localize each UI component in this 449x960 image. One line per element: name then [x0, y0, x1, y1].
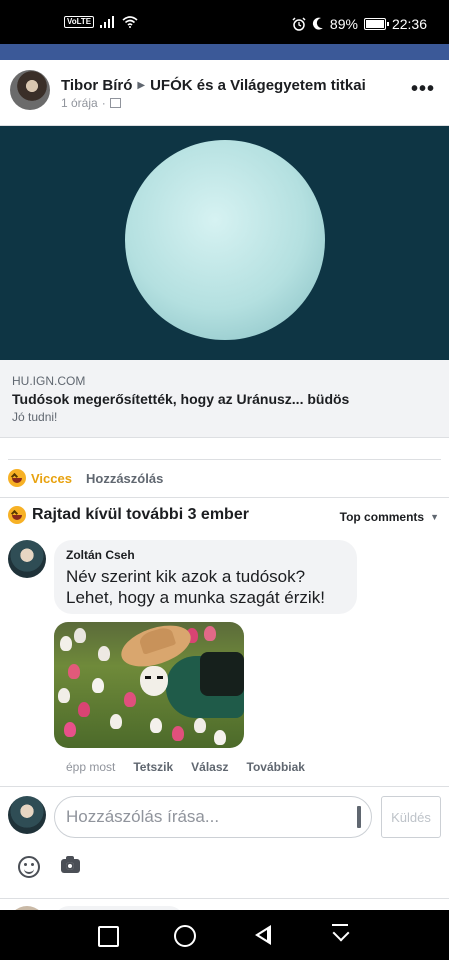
tulip — [204, 626, 216, 641]
comment-button[interactable]: Hozzászólás — [86, 471, 163, 486]
status-left-icons: VoLTE — [64, 16, 138, 28]
divider — [8, 459, 441, 460]
status-bar: VoLTE 89% 22:36 — [0, 0, 449, 44]
tulip — [150, 718, 162, 733]
system-navigation-bar — [0, 910, 449, 960]
emoji-icon[interactable] — [18, 856, 40, 878]
alarm-icon — [292, 17, 306, 31]
moon-icon — [312, 17, 323, 30]
tulip — [64, 722, 76, 737]
person-arm — [200, 652, 244, 696]
comment-author[interactable]: Zoltán Cseh — [66, 548, 135, 562]
tulip — [74, 628, 86, 643]
self-avatar — [8, 796, 46, 834]
divider — [0, 898, 449, 899]
tulip — [98, 646, 110, 661]
link-preview-image[interactable] — [0, 126, 449, 360]
notification-shade-icon[interactable] — [316, 910, 366, 960]
clock: 22:36 — [391, 16, 427, 32]
comment-photo[interactable] — [54, 622, 244, 748]
tulip — [214, 730, 226, 745]
link-description: Jó tudni! — [12, 410, 58, 424]
post-actions: Vicces Hozzászólás — [0, 462, 449, 496]
uranus-planet-image — [125, 140, 325, 340]
battery-fill — [365, 20, 384, 28]
tulip — [68, 664, 80, 679]
tulip — [92, 678, 104, 693]
meta-separator: · — [101, 96, 106, 110]
tulip — [58, 688, 70, 703]
haha-reaction-icon — [8, 506, 26, 524]
text-cursor — [357, 806, 361, 828]
divider — [0, 786, 449, 787]
wifi-icon — [122, 16, 138, 28]
post-header: Tibor Bíró ▶ UFÓK és a Világegyetem titk… — [0, 60, 449, 126]
tulip — [60, 636, 72, 651]
caret-down-icon: ▼ — [430, 512, 439, 522]
reaction-label: Vicces — [31, 470, 72, 486]
back-icon[interactable] — [238, 910, 288, 960]
tulip — [78, 702, 90, 717]
arrow-right-icon: ▶ — [137, 80, 146, 91]
group-privacy-icon — [109, 98, 121, 108]
home-icon[interactable] — [159, 910, 209, 960]
volte-icon: VoLTE — [64, 16, 95, 28]
like-comment-button[interactable]: Tetszik — [133, 760, 173, 774]
mask-eye — [145, 676, 151, 679]
signal-icon — [100, 16, 115, 28]
tulip — [194, 718, 206, 733]
mask-eye — [157, 676, 163, 679]
tulip — [172, 726, 184, 741]
comment-sort-label: Top comments — [339, 510, 425, 524]
comment-sort-dropdown[interactable]: Top comments ▼ — [340, 510, 439, 524]
author-avatar[interactable] — [10, 70, 50, 110]
comment-bubble[interactable]: Zoltán Cseh Név szerint kik azok a tudós… — [54, 540, 357, 614]
post-time[interactable]: 1 órája — [61, 96, 98, 110]
link-domain: HU.IGN.COM — [12, 374, 86, 388]
camera-icon[interactable] — [61, 856, 80, 873]
comment-text: Név szerint kik azok a tudósok? Lehet, h… — [66, 567, 325, 607]
battery-icon — [363, 18, 389, 30]
group-name[interactable]: UFÓK és a Világegyetem titkai — [150, 77, 366, 94]
link-title: Tudósok megerősítették, hogy az Uránusz.… — [12, 391, 350, 407]
author-name[interactable]: Tibor Bíró — [61, 77, 132, 94]
comment-meta: épp most Tetszik Válasz Továbbiak — [66, 760, 305, 774]
post-meta: 1 órája · — [61, 96, 121, 110]
post-author-line: Tibor Bíró ▶ UFÓK és a Világegyetem titk… — [61, 77, 366, 94]
reaction-button[interactable]: Vicces — [8, 469, 72, 487]
reactions-summary[interactable]: Rajtad kívül további 3 ember — [8, 506, 249, 524]
status-right-icons: 89% 22:36 — [292, 16, 427, 32]
more-dots-icon[interactable]: ••• — [411, 78, 435, 101]
comment-input[interactable]: Hozzászólás írása... — [54, 796, 372, 838]
reply-button[interactable]: Válasz — [191, 760, 228, 774]
tulip — [124, 692, 136, 707]
commenter-avatar[interactable] — [8, 540, 46, 578]
white-mask — [140, 666, 168, 696]
comment-time: épp most — [66, 760, 116, 774]
top-app-bar-remnant — [0, 44, 449, 60]
comment-input-placeholder: Hozzászólás írása... — [66, 807, 220, 826]
link-preview-caption[interactable]: HU.IGN.COM Tudósok megerősítették, hogy … — [0, 360, 449, 438]
more-comment-options-button[interactable]: Továbbiak — [247, 760, 305, 774]
send-button[interactable]: Küldés — [381, 796, 441, 838]
reactions-summary-text: Rajtad kívül további 3 ember — [32, 506, 249, 523]
battery-percent: 89% — [329, 16, 358, 32]
divider — [0, 497, 449, 498]
recent-apps-icon[interactable] — [82, 910, 132, 960]
tulip — [110, 714, 122, 729]
haha-reaction-icon — [8, 469, 26, 487]
